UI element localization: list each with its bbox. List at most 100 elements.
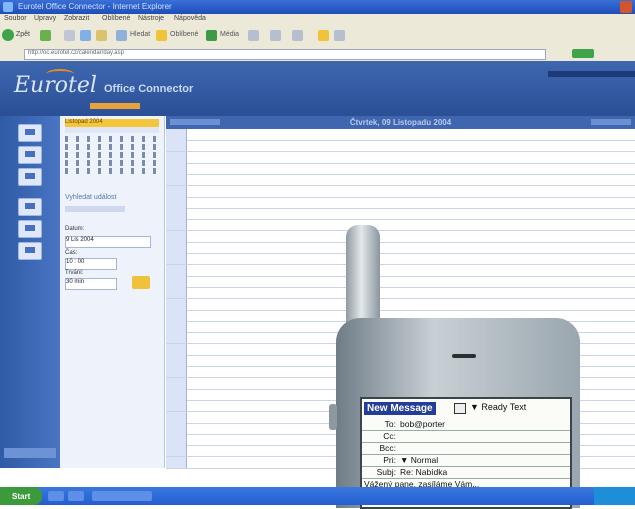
forward-icon[interactable] [40, 30, 51, 41]
date-label: Datum: [65, 226, 85, 232]
time-slot[interactable] [166, 219, 635, 232]
media-button[interactable]: Média [220, 31, 239, 38]
history-icon[interactable] [248, 30, 259, 41]
time-slot[interactable] [166, 185, 635, 198]
menu-favorites[interactable]: Oblíbené [102, 15, 130, 22]
url-input[interactable]: http://oc.eurotel.cz/calendar/day.asp [24, 49, 546, 60]
to-value[interactable]: bob@porter [400, 419, 445, 429]
time-slot[interactable] [166, 208, 635, 221]
calendar-module-icon[interactable] [18, 146, 42, 164]
quicklaunch-icon[interactable] [48, 491, 64, 501]
menu-help[interactable]: Nápověda [174, 15, 206, 22]
mail-module-icon[interactable] [18, 124, 42, 142]
time-slot[interactable] [166, 253, 635, 266]
menu-tools[interactable]: Nástroje [138, 15, 164, 22]
favorites-icon[interactable] [156, 30, 167, 41]
to-row[interactable]: To: bob@porter [362, 419, 570, 431]
back-icon[interactable] [2, 29, 14, 41]
header-links[interactable] [548, 71, 635, 77]
time-slot-label [166, 309, 187, 321]
messenger-icon[interactable] [334, 30, 345, 41]
stop-icon[interactable] [64, 30, 75, 41]
duration-select[interactable]: 30 min [65, 278, 117, 290]
taskbar-window[interactable] [92, 491, 152, 501]
window-title: Eurotel Office Connector - Internet Expl… [18, 2, 172, 11]
subject-row[interactable]: Subj: Re: Nabídka [362, 467, 570, 479]
time-slot-label [166, 343, 187, 355]
new-message-title: New Message [364, 402, 436, 415]
subject-label: Subj: [376, 467, 396, 477]
time-slot-label [166, 230, 187, 242]
time-slot[interactable] [166, 140, 635, 153]
home-icon[interactable] [96, 30, 107, 41]
time-slot[interactable] [166, 174, 635, 187]
favorites-button[interactable]: Oblíbené [170, 31, 198, 38]
header-tab-bar[interactable] [90, 103, 140, 109]
search-button[interactable]: Hledat [130, 31, 150, 38]
mail-icon[interactable] [270, 30, 281, 41]
folder-icon[interactable] [132, 276, 150, 289]
cc-label: Cc: [383, 431, 396, 441]
day-title: Čtvrtek, 09 Listopadu 2004 [349, 118, 452, 127]
folder-icon[interactable] [318, 30, 329, 41]
priority-dropdown[interactable]: ▼ Normal [400, 455, 438, 465]
time-slot[interactable] [166, 242, 635, 254]
refresh-icon[interactable] [80, 30, 91, 41]
quicklaunch-icon[interactable] [68, 491, 84, 501]
menu-view[interactable]: Zobrazit [64, 15, 89, 22]
date-select[interactable]: 9 Lis 2004 [65, 236, 151, 248]
rail-more-button[interactable] [4, 448, 56, 458]
time-slot[interactable] [166, 264, 635, 277]
time-slot-label [166, 242, 187, 253]
time-slot[interactable] [166, 196, 635, 209]
time-slot-label [166, 388, 187, 400]
contacts-module-icon[interactable] [18, 168, 42, 186]
mini-calendar-header[interactable]: Listopad 2004 [65, 119, 159, 127]
time-slot-label [166, 219, 187, 231]
mini-calendar-nav[interactable] [65, 127, 159, 133]
print-icon[interactable] [292, 30, 303, 41]
settings-module-icon[interactable] [18, 242, 42, 260]
app-header: Eurotel Office Connector [0, 61, 635, 116]
back-button[interactable]: Zpět [16, 31, 30, 38]
notes-module-icon[interactable] [18, 220, 42, 238]
time-slot-label [166, 456, 187, 468]
menu-file[interactable]: Soubor [4, 15, 27, 22]
time-slot[interactable] [166, 151, 635, 164]
to-label: To: [384, 419, 396, 429]
cc-row[interactable]: Cc: [362, 431, 570, 443]
time-slot-label [166, 162, 187, 174]
time-slot[interactable] [166, 287, 635, 300]
time-slot[interactable] [166, 162, 635, 175]
media-icon[interactable] [206, 30, 217, 41]
keyboard-icon[interactable] [454, 403, 466, 414]
brand-logo: Eurotel [14, 73, 97, 98]
event-search-input[interactable] [65, 206, 125, 212]
time-slot-label [166, 422, 187, 434]
priority-row[interactable]: Pri: ▼ Normal [362, 455, 570, 467]
time-slot-label [166, 321, 187, 333]
time-slot-label [166, 400, 187, 412]
url-text: http://oc.eurotel.cz/calendar/day.asp [28, 50, 124, 56]
subject-value[interactable]: Re: Nabídka [400, 467, 447, 477]
time-slot-label [166, 174, 187, 186]
mini-calendar[interactable] [65, 136, 159, 176]
time-slot-label [166, 129, 187, 140]
tasks-module-icon[interactable] [18, 198, 42, 216]
search-icon[interactable] [116, 30, 127, 41]
time-slot[interactable] [166, 129, 635, 141]
close-icon[interactable] [620, 1, 632, 13]
menu-edit[interactable]: Úpravy [34, 15, 56, 22]
time-slot[interactable] [166, 275, 635, 288]
ready-text-dropdown[interactable]: ▼ Ready Text [470, 402, 526, 412]
duration-label: Trvání: [65, 270, 84, 276]
start-button[interactable]: Start [0, 487, 42, 505]
go-button[interactable] [572, 49, 594, 58]
window-titlebar: Eurotel Office Connector - Internet Expl… [0, 0, 635, 14]
time-slot[interactable] [166, 298, 635, 311]
time-slot[interactable] [166, 230, 635, 243]
next-day-button[interactable] [591, 119, 631, 125]
bcc-row[interactable]: Bcc: [362, 443, 570, 455]
time-slot-label [166, 264, 187, 276]
time-select[interactable]: 10 : 00 [65, 258, 117, 270]
